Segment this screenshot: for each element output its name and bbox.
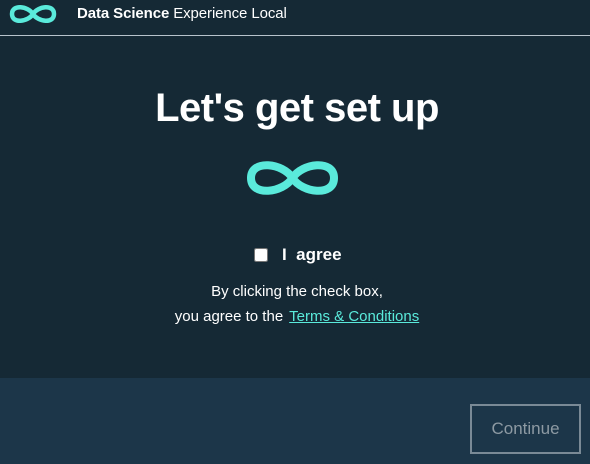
agreement-info-text: you agree to the <box>174 308 284 325</box>
continue-button[interactable]: Continue <box>470 404 581 454</box>
agreement-info-line2: you agree to the Terms & Conditions <box>0 307 590 327</box>
app-title-brand: Data Science <box>77 5 170 22</box>
infinity-logo-icon <box>247 161 338 195</box>
agree-label[interactable]: I agree <box>282 245 342 265</box>
app-header: Data Science Experience Local <box>0 0 590 36</box>
agree-checkbox[interactable] <box>254 248 268 262</box>
setup-panel: Let's get set up I agree By clicking the… <box>0 37 590 378</box>
agree-row: I agree <box>254 245 342 265</box>
page-title: Let's get set up <box>155 86 439 130</box>
infinity-logo-icon <box>9 5 57 23</box>
footer-bar: Continue <box>0 378 590 464</box>
app-title: Data Science Experience Local <box>77 5 287 23</box>
app-title-product: Experience Local <box>169 5 287 22</box>
terms-conditions-link[interactable]: Terms & Conditions <box>289 308 419 325</box>
agreement-info-line1: By clicking the check box, <box>211 283 383 300</box>
